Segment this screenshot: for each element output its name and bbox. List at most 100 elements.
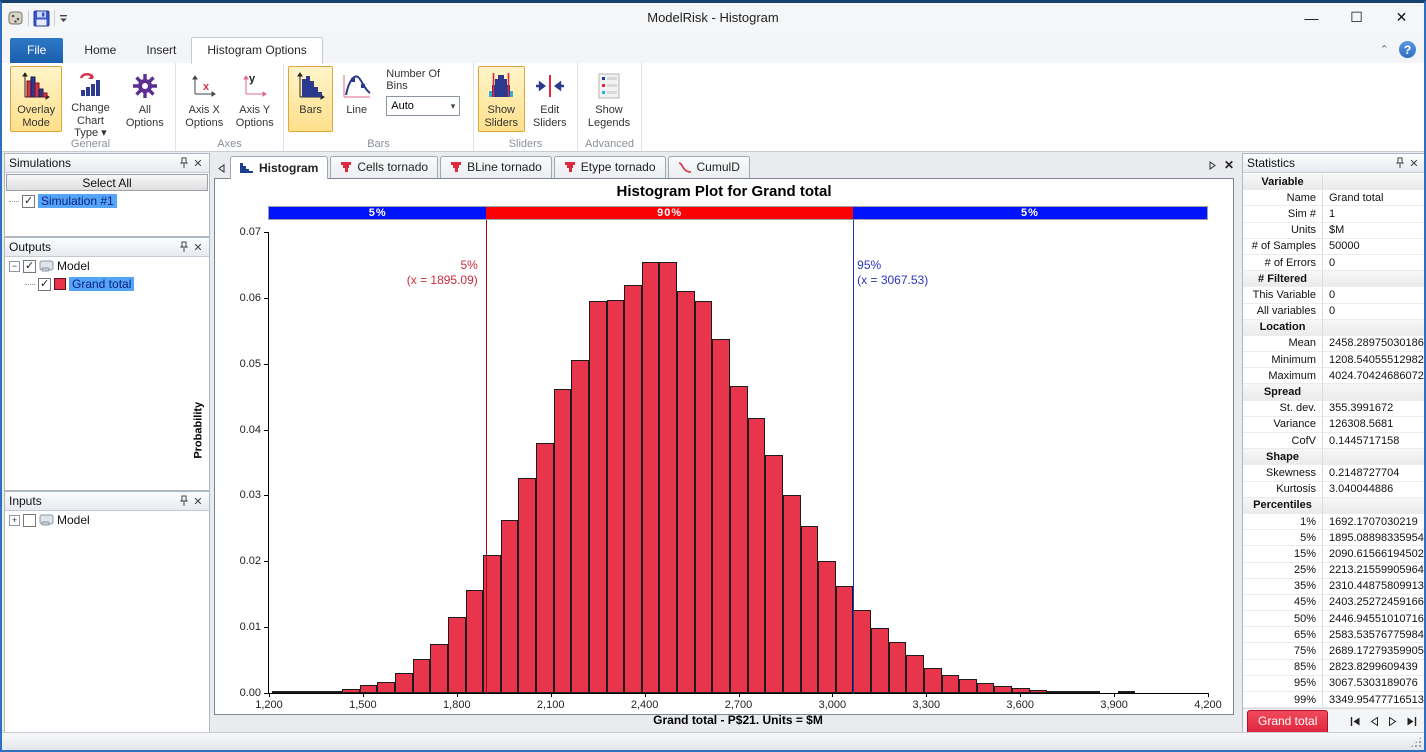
expand-expander[interactable]: + xyxy=(9,515,20,526)
last-record-icon[interactable] xyxy=(1406,716,1417,727)
chart-tab-cells-tornado[interactable]: Cells tornado xyxy=(330,156,438,178)
x-tick-label: 3,000 xyxy=(819,699,847,711)
bars-button[interactable]: Bars xyxy=(288,66,333,132)
statistics-row: St. dev.355.3991672 xyxy=(1243,401,1425,417)
tab-scroll-left-icon[interactable] xyxy=(214,160,228,176)
select-all-button[interactable]: Select All xyxy=(6,174,208,191)
show-sliders-button[interactable]: Show Sliders xyxy=(478,66,525,132)
outputs-model-item[interactable]: − Model xyxy=(5,257,209,275)
histogram-bar xyxy=(659,262,677,693)
inputs-model-label[interactable]: Model xyxy=(57,513,90,527)
statistics-row: Skewness0.2148727704 xyxy=(1243,465,1425,481)
statistics-row: 65%2583.53576775984 xyxy=(1243,627,1425,643)
close-icon[interactable]: ✕ xyxy=(191,494,205,508)
y-tick-label: 0.01 xyxy=(229,621,269,633)
x-tick-label: 3,300 xyxy=(913,699,941,711)
close-button[interactable]: ✕ xyxy=(1379,3,1424,32)
x-tick-mark xyxy=(645,693,646,697)
y-axis-label: Probability xyxy=(192,401,204,458)
statistics-value: 0 xyxy=(1323,289,1425,301)
pin-icon[interactable] xyxy=(177,156,191,170)
change-chart-type-button[interactable]: Change Chart Type ▾ xyxy=(64,66,116,132)
x-tick-mark xyxy=(832,693,833,697)
collapse-expander[interactable]: − xyxy=(9,261,20,272)
edit-sliders-button[interactable]: Edit Sliders xyxy=(527,66,574,132)
statistics-value: 0 xyxy=(1323,305,1425,317)
group-label-axes: Axes xyxy=(176,138,283,150)
statistics-value: 1895.08898335954 xyxy=(1323,532,1425,544)
pin-icon[interactable] xyxy=(177,240,191,254)
statistics-label: # Filtered xyxy=(1243,271,1323,286)
show-legends-button[interactable]: Show Legends xyxy=(582,66,636,132)
tab-home[interactable]: Home xyxy=(69,38,131,63)
tornado-icon xyxy=(564,161,576,173)
percentile-band[interactable]: 5%90%5% xyxy=(268,206,1208,220)
histogram-bar xyxy=(730,386,748,693)
outputs-grand-total-item[interactable]: Grand total xyxy=(5,275,209,293)
histogram-bar xyxy=(624,285,642,693)
previous-record-icon[interactable] xyxy=(1370,716,1379,727)
x-tick-label: 3,600 xyxy=(1006,699,1034,711)
chart-tab-cumuld[interactable]: CumulD xyxy=(668,156,750,178)
model-checkbox[interactable] xyxy=(23,260,36,273)
statistics-row: Maximum4024.70424686072 xyxy=(1243,368,1425,384)
edit-sliders-label: Edit Sliders xyxy=(533,104,567,129)
simulation-tree-item[interactable]: Simulation #1 xyxy=(5,192,209,210)
chart-tab-histogram[interactable]: Histogram xyxy=(230,156,328,179)
close-icon[interactable]: ✕ xyxy=(191,156,205,170)
line-button[interactable]: Line xyxy=(335,66,378,132)
overlay-mode-button[interactable]: Overlay Mode xyxy=(10,66,62,132)
percentile-band-segment[interactable]: 90% xyxy=(486,207,853,219)
statistics-value: 126308.5681 xyxy=(1323,418,1425,430)
axis-x-options-button[interactable]: x Axis X Options xyxy=(180,66,229,132)
axis-y-options-button[interactable]: y Axis Y Options xyxy=(231,66,280,132)
svg-text:x: x xyxy=(203,81,210,93)
y-tick-label: 0.07 xyxy=(229,226,269,238)
tab-insert[interactable]: Insert xyxy=(131,38,191,63)
pin-icon[interactable] xyxy=(177,494,191,508)
statistics-row: 35%2310.44875809913 xyxy=(1243,579,1425,595)
statistics-label: Kurtosis xyxy=(1243,482,1323,497)
chart-tab-bline-tornado[interactable]: BLine tornado xyxy=(440,156,552,178)
tab-scroll-right-icon[interactable] xyxy=(1209,161,1216,170)
next-record-icon[interactable] xyxy=(1388,716,1397,727)
histogram-bar xyxy=(554,389,572,693)
percentile-band-segment[interactable]: 5% xyxy=(269,207,486,219)
resize-grip-icon[interactable] xyxy=(1410,736,1422,748)
bins-dropdown[interactable]: Auto ▾ xyxy=(386,96,460,116)
grand-total-sheet-tab[interactable]: Grand total xyxy=(1247,710,1328,733)
inputs-model-checkbox[interactable] xyxy=(23,514,36,527)
tab-histogram-options[interactable]: Histogram Options xyxy=(191,37,322,64)
simulation-checkbox[interactable] xyxy=(22,195,35,208)
statistics-label: 75% xyxy=(1243,643,1323,658)
statistics-label: Maximum xyxy=(1243,368,1323,383)
minimize-button[interactable]: — xyxy=(1289,3,1334,32)
close-chart-icon[interactable]: ✕ xyxy=(1224,158,1234,172)
close-icon[interactable]: ✕ xyxy=(191,240,205,254)
inputs-model-item[interactable]: + Model xyxy=(5,511,209,529)
simulation-label[interactable]: Simulation #1 xyxy=(38,194,117,208)
close-icon[interactable]: ✕ xyxy=(1407,156,1421,170)
statistics-value: 2310.44875809913 xyxy=(1323,580,1425,592)
axis-y-options-label: Axis Y Options xyxy=(236,104,274,129)
statistics-label: 5% xyxy=(1243,530,1323,545)
chart-tab-etype-tornado[interactable]: Etype tornado xyxy=(554,156,666,178)
outputs-grand-total-label[interactable]: Grand total xyxy=(69,277,134,291)
pin-icon[interactable] xyxy=(1393,156,1407,170)
percentile-band-segment[interactable]: 5% xyxy=(853,207,1207,219)
histogram-bar xyxy=(501,520,519,693)
statistics-value: 4024.70424686072 xyxy=(1323,370,1425,382)
maximize-button[interactable]: ☐ xyxy=(1334,3,1379,32)
outputs-model-label[interactable]: Model xyxy=(57,259,90,273)
chart-tab-bline-tornado-label: BLine tornado xyxy=(467,160,542,174)
tab-file[interactable]: File xyxy=(10,38,63,63)
help-icon[interactable]: ? xyxy=(1399,41,1416,58)
collapse-ribbon-icon[interactable]: ⌃ xyxy=(1380,43,1389,56)
grand-total-checkbox[interactable] xyxy=(38,278,51,291)
outputs-panel: Outputs ✕ − Model Grand total xyxy=(4,237,210,491)
first-record-icon[interactable] xyxy=(1350,716,1361,727)
plot-area: 1,2001,5001,8002,1002,4002,7003,0003,300… xyxy=(268,232,1208,694)
x-tick-label: 2,700 xyxy=(725,699,753,711)
histogram-bar xyxy=(413,659,431,693)
all-options-button[interactable]: All Options xyxy=(119,66,171,132)
